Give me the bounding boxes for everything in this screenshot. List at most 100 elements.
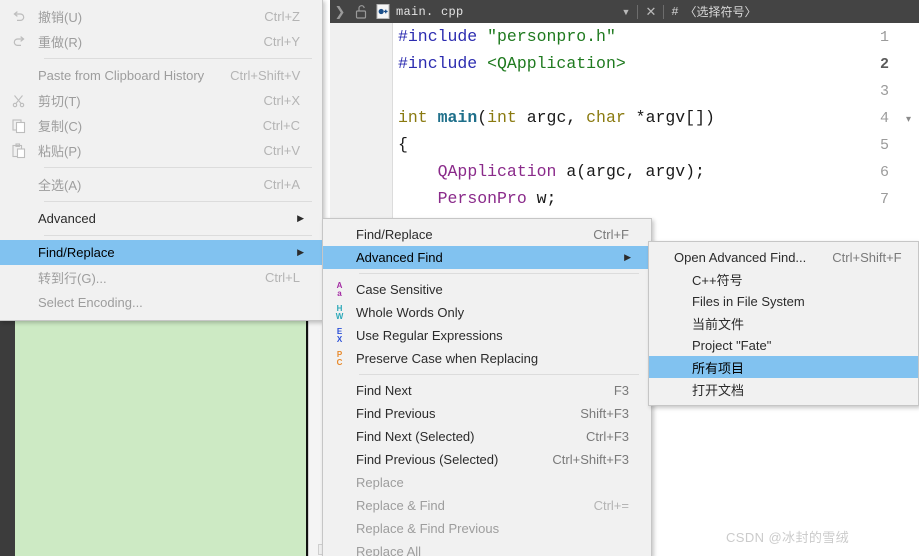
menu-item-label: 全选(A) xyxy=(38,178,82,193)
menu-item[interactable]: Aa Case Sensitive xyxy=(323,278,651,301)
menu-item-shortcut: Ctrl+Shift+F xyxy=(832,249,902,265)
menu-separator xyxy=(44,201,312,202)
menu-icon-placeholder xyxy=(0,266,38,289)
menu-item[interactable]: E X Use Regular Expressions xyxy=(323,324,651,347)
source-code[interactable]: #include "personpro.h" #include <QApplica… xyxy=(398,23,918,212)
editor-tab-filename[interactable]: main. cpp xyxy=(396,5,464,19)
code-token: <QApplication> xyxy=(487,54,626,73)
menu-item-shortcut: Ctrl+= xyxy=(593,498,629,513)
menu-icon-placeholder xyxy=(649,246,674,269)
menu-item[interactable]: Find Previous (Selected) Ctrl+Shift+F3 xyxy=(323,448,651,471)
menu-item-label: Replace All xyxy=(356,544,422,556)
find-replace-submenu[interactable]: Find/Replace Ctrl+F Advanced Find ▶ Aa Case S… xyxy=(322,218,652,556)
menu-icon-placeholder xyxy=(649,334,674,357)
menu-icon-placeholder xyxy=(649,378,674,401)
menu-item-label: 当前文件 xyxy=(692,316,745,332)
chevron-down-icon[interactable]: ▼ xyxy=(622,7,631,17)
menu-icon-placeholder xyxy=(0,241,38,264)
submenu-arrow-icon: ▶ xyxy=(624,252,631,262)
regex-icon: EX xyxy=(336,326,343,344)
unlocked-padlock-icon[interactable] xyxy=(350,0,372,23)
case-sensitive-icon: Aa xyxy=(336,280,343,298)
line-number-gutter xyxy=(330,23,393,223)
chevron-right-icon[interactable]: ❯ xyxy=(330,0,350,23)
menu-item-label: Use Regular Expressions xyxy=(356,328,503,343)
menu-item[interactable]: P C Preserve Case when Replacing xyxy=(323,347,651,370)
menu-icon-placeholder xyxy=(323,448,356,471)
code-token: argc, xyxy=(526,108,587,127)
code-token: #include xyxy=(398,27,488,46)
menu-item[interactable]: Project "Fate" xyxy=(649,334,918,356)
menu-item[interactable]: Open Advanced Find... Ctrl+Shift+F xyxy=(649,246,918,268)
symbol-selector[interactable]: 〈选择符号〉 xyxy=(685,3,757,20)
code-token: int xyxy=(487,108,527,127)
menu-icon-placeholder xyxy=(649,312,674,335)
code-token: "personpro.h" xyxy=(487,27,616,46)
menu-item-shortcut: Ctrl+A xyxy=(263,177,300,192)
copy-icon xyxy=(0,114,38,137)
menu-item[interactable]: 当前文件 xyxy=(649,312,918,334)
edit-context-menu[interactable]: 撤销(U) Ctrl+Z 重做(R) Ctrl+Y Paste from Clipboa… xyxy=(0,0,323,321)
advanced-find-submenu[interactable]: Open Advanced Find... Ctrl+Shift+F C++符号 Fi… xyxy=(648,241,919,406)
menu-icon-placeholder xyxy=(649,268,674,291)
menu-item-label: Advanced xyxy=(38,211,96,226)
code-token: int xyxy=(398,108,438,127)
menu-item[interactable]: Find Next (Selected) Ctrl+F3 xyxy=(323,425,651,448)
menu-item[interactable]: 所有项目 xyxy=(649,356,918,378)
code-token: main xyxy=(437,108,478,127)
undo-icon xyxy=(0,5,38,28)
menu-item: 粘贴(P) Ctrl+V xyxy=(0,138,322,163)
menu-item-label: 打开文档 xyxy=(692,382,745,398)
menu-icon-placeholder xyxy=(323,471,356,494)
code-line: QApplication a(argc, argv); xyxy=(398,158,918,185)
menu-item[interactable]: H W Whole Words Only xyxy=(323,301,651,324)
menu-item[interactable]: Find/Replace Ctrl+F xyxy=(323,223,651,246)
menu-item-label: 转到行(G)... xyxy=(38,271,107,286)
menu-item[interactable]: Advanced ▶ xyxy=(0,206,322,231)
menu-icon-placeholder xyxy=(0,291,38,314)
code-token: { xyxy=(398,135,408,154)
menu-item-shortcut: F3 xyxy=(613,383,629,398)
code-token: ( xyxy=(477,108,488,127)
menu-icon-placeholder xyxy=(323,425,356,448)
cpp-file-icon xyxy=(372,0,394,23)
menu-item-label: Case Sensitive xyxy=(356,282,443,297)
menu-item[interactable]: Advanced Find ▶ xyxy=(323,246,651,269)
menu-item: 全选(A) Ctrl+A xyxy=(0,172,322,197)
menu-item-shortcut: Ctrl+V xyxy=(263,143,300,158)
editor-tab-bar: ❯ main. cpp ▼ ✕ # 〈选择符号〉 xyxy=(330,0,919,23)
menu-item[interactable]: Files in File System xyxy=(649,290,918,312)
menu-item-label: Select Encoding... xyxy=(38,295,143,310)
menu-item-shortcut: Shift+F3 xyxy=(580,406,629,421)
menu-item-label: Find Next (Selected) xyxy=(356,429,475,444)
menu-item-shortcut: Ctrl+L xyxy=(264,270,300,285)
code-token: *argv[]) xyxy=(635,108,715,127)
code-token: w; xyxy=(526,189,557,208)
menu-item[interactable]: Find/Replace ▶ xyxy=(0,240,322,265)
menu-icon-placeholder xyxy=(323,540,356,556)
menu-item[interactable]: Find Next F3 xyxy=(323,379,651,402)
menu-item-shortcut: Ctrl+Shift+V xyxy=(230,68,301,83)
menu-item: 重做(R) Ctrl+Y xyxy=(0,29,322,54)
paste-icon xyxy=(0,139,38,162)
menu-item[interactable]: Find Previous Shift+F3 xyxy=(323,402,651,425)
menu-item-shortcut: Ctrl+Z xyxy=(264,9,300,24)
code-line: #include <QApplication> xyxy=(398,50,918,77)
menu-item-label: 撤销(U) xyxy=(38,10,83,25)
code-line: { xyxy=(398,131,918,158)
menu-separator xyxy=(44,167,312,168)
menu-item[interactable]: 打开文档 xyxy=(649,378,918,400)
menu-item: Paste from Clipboard History Ctrl+Shift+V xyxy=(0,63,322,88)
menu-icon-placeholder xyxy=(649,356,674,379)
menu-item[interactable]: C++符号 xyxy=(649,268,918,290)
menu-item-label: 重做(R) xyxy=(38,35,83,50)
menu-item-shortcut: Ctrl+Shift+F3 xyxy=(552,452,629,467)
menu-item: Replace All xyxy=(323,540,651,556)
divider xyxy=(663,4,665,19)
menu-item: Replace & Find Previous xyxy=(323,517,651,540)
close-icon[interactable]: ✕ xyxy=(645,4,656,20)
code-line: #include "personpro.h" xyxy=(398,23,918,50)
